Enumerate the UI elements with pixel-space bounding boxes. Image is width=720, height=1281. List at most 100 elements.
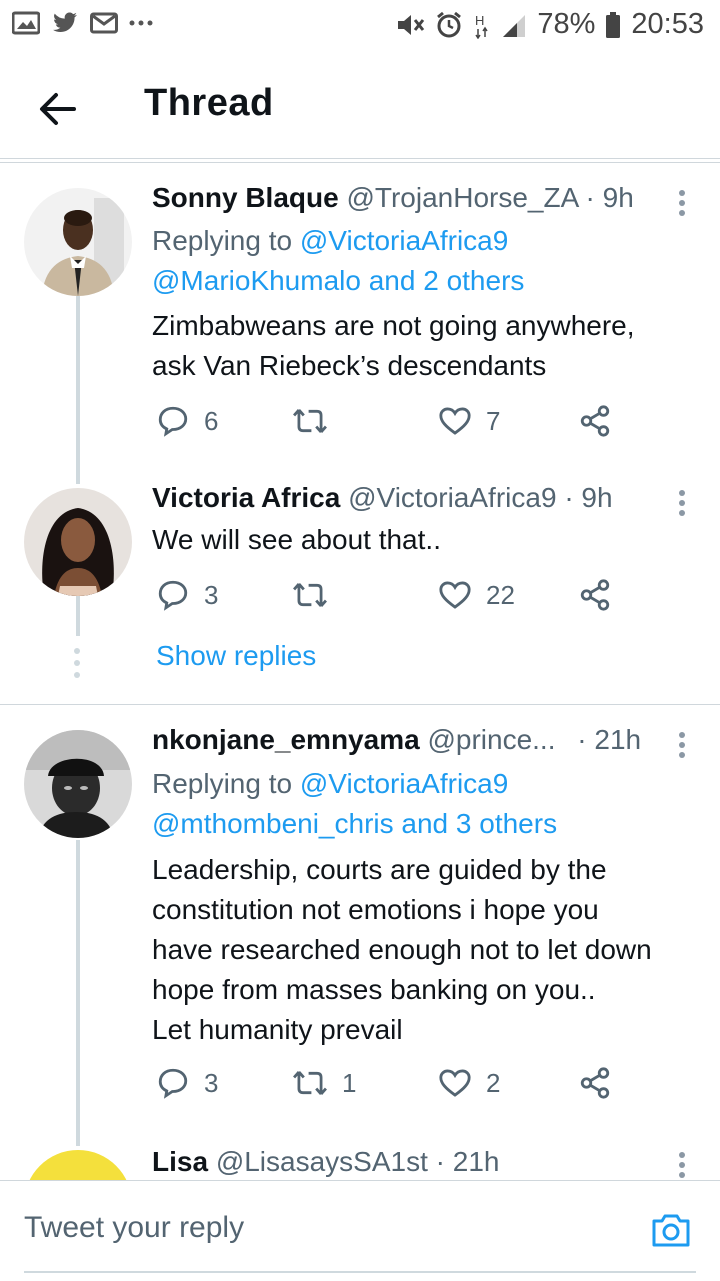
tweet-time: · 21h [435,1146,500,1177]
mute-icon [398,14,425,35]
reply-count: 3 [204,1067,219,1098]
heart-icon [439,407,471,435]
tweet-text: Leadership, courts are guided by the con… [152,850,690,1050]
avatar-image [24,488,132,596]
battery-percent: 78% [537,8,596,40]
mention-link[interactable]: @MarioKhumalo and 2 others [152,265,524,296]
more-options-icon[interactable] [672,728,692,762]
tweet-text-line: have researched enough not to let down [152,934,652,965]
tweet-actions: 3 22 [152,578,622,618]
tweet-body: Lisa @LisasaysSA1st · 21h [152,1144,690,1180]
replying-to: Replying to @VictoriaAfrica9 @mthombeni_… [152,764,690,844]
reply-button[interactable]: 6 [156,404,218,438]
author-name[interactable]: Lisa [152,1146,208,1177]
mention-link[interactable]: @mthombeni_chris and 3 others [152,808,557,839]
tweet-time: · 9h [585,182,634,213]
more-options-icon[interactable] [672,1148,692,1182]
like-count: 7 [486,405,501,436]
author-handle[interactable]: @prince... [427,724,555,755]
share-button[interactable] [578,404,612,438]
heart-icon [439,581,471,609]
header-divider [0,158,720,159]
tweet-header: Lisa @LisasaysSA1st · 21h [152,1144,690,1180]
reply-underline [24,1271,696,1273]
tweet-text-line: ask Van Riebeck’s descendants [152,350,547,381]
replying-prefix: Replying to [152,225,300,256]
camera-icon [652,1214,690,1247]
like-button[interactable]: 2 [438,1066,500,1100]
more-dots-icon [129,20,153,26]
retweet-button[interactable] [292,404,342,438]
author-name[interactable]: Victoria Africa [152,482,340,513]
reply-button[interactable]: 3 [156,578,218,612]
retweet-icon [293,583,327,607]
tweet-body: Sonny Blaque @TrojanHorse_ZA · 9h Replyi… [152,180,690,386]
signal-icon [503,14,526,37]
like-button[interactable]: 7 [438,404,500,438]
retweet-button[interactable]: 1 [292,1066,356,1100]
thread-connector [76,296,80,484]
author-handle[interactable]: @TrojanHorse_ZA [346,182,577,213]
reply-composer: Tweet your reply [0,1180,720,1281]
twitter-bird-icon [53,12,77,32]
tweet-text-line: hope from masses banking on you.. [152,974,596,1005]
tweet-text-line: Leadership, courts are guided by the [152,854,607,885]
avatar[interactable] [24,188,132,296]
clock: 20:53 [631,8,704,40]
app-bar: Thread [0,60,720,158]
back-button[interactable] [34,84,84,134]
thread-connector [76,596,80,636]
mention-link[interactable]: @VictoriaAfrica9 [300,768,508,799]
thread-divider [0,704,720,705]
tweet-time: · 21h [577,724,642,755]
replying-to: Replying to @VictoriaAfrica9 @MarioKhuma… [152,221,690,301]
more-options-icon[interactable] [672,486,692,520]
author-handle[interactable]: @VictoriaAfrica9 [348,482,556,513]
share-button[interactable] [578,578,612,612]
tweet-body: Victoria Africa @VictoriaAfrica9 · 9h We… [152,480,690,560]
more-options-icon[interactable] [672,186,692,220]
thread-connector [76,840,80,1146]
reply-button[interactable]: 3 [156,1066,218,1100]
avatar[interactable] [24,488,132,596]
page-title: Thread [144,82,274,124]
retweet-icon [293,409,327,433]
author-name[interactable]: Sonny Blaque [152,182,339,213]
reply-input[interactable]: Tweet your reply [24,1211,244,1245]
like-button[interactable]: 22 [438,578,515,612]
status-right: H 78% 20:53 [395,8,704,41]
mail-icon [90,12,118,34]
reply-icon [158,1068,188,1099]
retweet-button[interactable] [292,578,342,612]
share-icon [580,405,610,437]
show-replies-link[interactable]: Show replies [156,640,316,672]
retweet-count: 1 [342,1067,357,1098]
reply-count: 6 [204,405,219,436]
tweet-header: nkonjane_emnyama @prince... · 21h [152,722,690,758]
gallery-icon [12,11,40,35]
camera-button[interactable] [650,1209,692,1251]
reply-icon [158,406,188,437]
network-h-icon: H [475,13,488,39]
tweet-text-line: Let humanity prevail [152,1014,403,1045]
avatar-image [24,188,132,296]
tweet-header: Sonny Blaque @TrojanHorse_ZA · 9h [152,180,690,216]
tweet-body: nkonjane_emnyama @prince... · 21h Replyi… [152,722,690,1050]
tweet-actions: 3 1 2 [152,1066,622,1106]
share-button[interactable] [578,1066,612,1100]
alarm-icon [437,11,462,37]
like-count: 2 [486,1067,501,1098]
author-handle[interactable]: @LisasaysSA1st [216,1146,428,1177]
svg-text:H: H [475,13,484,28]
tweet-header: Victoria Africa @VictoriaAfrica9 · 9h [152,480,690,516]
avatar[interactable] [24,730,132,838]
retweet-icon [293,1071,327,1095]
author-name[interactable]: nkonjane_emnyama [152,724,420,755]
tweet-time: · 9h [564,482,613,513]
reply-count: 3 [204,579,219,610]
mention-link[interactable]: @VictoriaAfrica9 [300,225,508,256]
status-left-icons [12,10,154,36]
heart-icon [439,1069,471,1097]
tweet-text-line: Zimbabweans are not going anywhere, [152,310,635,341]
like-count: 22 [486,579,515,610]
